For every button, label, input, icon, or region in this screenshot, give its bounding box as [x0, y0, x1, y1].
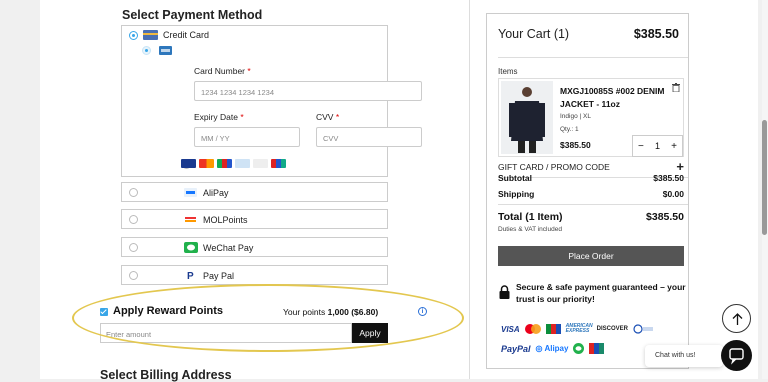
place-order-button[interactable]: Place Order: [498, 246, 684, 266]
subtotal-value: $385.50: [653, 173, 684, 183]
alipay-label: AliPay: [203, 188, 229, 198]
diners-logo: [633, 324, 654, 334]
amex-logo: AMERICAN EXPRESS: [565, 323, 593, 334]
card-number-input[interactable]: 1234 1234 1234 1234: [194, 81, 422, 101]
payment-logos-row-2: PayPal ◎ Alipay: [501, 343, 605, 354]
alipay-option[interactable]: AliPay: [121, 182, 388, 202]
molpoints-radio[interactable]: [129, 215, 138, 224]
alipay-icon: [184, 188, 197, 197]
product-image[interactable]: [501, 81, 553, 154]
jcb-icon: [217, 159, 232, 168]
alipay-radio[interactable]: [129, 188, 138, 197]
wechat-option[interactable]: WeChat Pay: [121, 237, 388, 257]
cart-item: MXGJ10085S #002 DENIM JACKET - 11oz Indi…: [498, 78, 684, 157]
amex-small-icon: [159, 46, 172, 55]
shipping-value: $0.00: [662, 189, 684, 199]
wechat-logo: [573, 343, 585, 354]
total-row: Total (1 Item) $385.50: [498, 211, 684, 223]
quantity-stepper: − 1 +: [632, 135, 683, 157]
cart-total-top: $385.50: [633, 27, 679, 41]
cvv-label: CVV *: [316, 112, 340, 122]
credit-card-radio[interactable]: [129, 31, 138, 40]
info-icon[interactable]: i: [418, 307, 427, 316]
chat-button[interactable]: [721, 340, 752, 371]
diners-icon: [235, 159, 250, 168]
apply-button[interactable]: Apply: [352, 323, 388, 343]
paypal-logo: PayPal: [501, 343, 531, 354]
payment-section-title: Select Payment Method: [122, 8, 263, 22]
chat-prompt[interactable]: Chat with us!: [645, 345, 723, 367]
expiry-date-input[interactable]: MM / YY: [194, 127, 300, 147]
total-value: $385.50: [646, 211, 684, 223]
paypal-option[interactable]: P Pay Pal: [121, 265, 388, 285]
shipping-label: Shipping: [498, 189, 535, 199]
lock-icon: [499, 285, 510, 299]
paypal-icon: P: [187, 271, 194, 281]
item-price: $385.50: [560, 140, 591, 150]
divider: [498, 204, 688, 205]
gift-card-label: GIFT CARD / PROMO CODE: [498, 162, 610, 172]
molpoints-icon: [184, 215, 197, 224]
unionpay-icon: [271, 159, 286, 168]
discover-logo: DISCOVER: [596, 326, 629, 332]
chat-icon: [729, 348, 744, 365]
paypal-label: Pay Pal: [203, 271, 235, 281]
unionpay-logo: [589, 343, 605, 354]
card-number-label: Card Number *: [194, 66, 251, 76]
alipay-logo: ◎ Alipay: [535, 344, 569, 353]
card-brands: [181, 159, 286, 168]
payment-logos-row-1: VISA AMERICAN EXPRESS DISCOVER: [501, 323, 654, 334]
paypal-radio[interactable]: [129, 271, 138, 280]
item-name[interactable]: MXGJ10085S #002 DENIM JACKET - 11oz: [560, 85, 675, 111]
mastercard-icon: [199, 159, 214, 168]
subtotal-label: Subtotal: [498, 173, 532, 183]
cart-panel: Your Cart (1) $385.50 Items MXGJ10085S #…: [486, 13, 689, 369]
wechat-icon: [184, 242, 198, 253]
molpoints-label: MOLPoints: [203, 215, 248, 225]
gift-plus-icon[interactable]: +: [676, 159, 684, 174]
trash-icon[interactable]: [672, 83, 680, 92]
subtotal-row: Subtotal $385.50: [498, 173, 684, 183]
jcb-logo: [545, 324, 561, 334]
credit-card-option[interactable]: Credit Card Card Number * 1234 1234 1234…: [121, 25, 422, 177]
mastercard-logo: [524, 324, 541, 334]
qty-value[interactable]: 1: [655, 141, 660, 151]
reward-amount-input[interactable]: Enter amount: [100, 323, 352, 343]
visa-icon: [181, 159, 196, 168]
payment-column: Select Payment Method Credit Card Card N…: [40, 0, 470, 382]
credit-card-icon: [143, 30, 158, 40]
item-qty-text: Qty.: 1: [560, 126, 579, 133]
billing-section-title: Select Billing Address: [100, 368, 232, 382]
scrollbar-thumb[interactable]: [762, 120, 767, 235]
discover-icon: [253, 159, 268, 168]
checkout-page: Select Payment Method Credit Card Card N…: [40, 0, 758, 382]
scroll-to-top-button[interactable]: [722, 304, 751, 333]
total-label: Total (1 Item): [498, 211, 563, 223]
arrow-up-icon: [732, 313, 743, 325]
reward-checkbox[interactable]: [100, 308, 108, 316]
cart-title: Your Cart (1): [498, 27, 570, 41]
svg-text:P: P: [187, 271, 194, 281]
jacket-image: [501, 81, 553, 154]
cvv-input[interactable]: CVV: [316, 127, 422, 147]
gift-card-row[interactable]: GIFT CARD / PROMO CODE +: [498, 159, 684, 174]
duties-note: Duties & VAT included: [498, 226, 562, 233]
saved-card-radio[interactable]: [142, 46, 151, 55]
item-variant: Indigo | XL: [560, 113, 591, 120]
reward-points-balance: Your points 1,000 ($6.80): [283, 307, 379, 317]
qty-plus-button[interactable]: +: [671, 141, 677, 152]
credit-card-label: Credit Card: [163, 30, 210, 40]
items-label: Items: [498, 67, 518, 76]
shipping-row: Shipping $0.00: [498, 189, 684, 199]
secure-payment-text: Secure & safe payment guaranteed – your …: [516, 282, 686, 304]
molpoints-option[interactable]: MOLPoints: [121, 209, 388, 229]
expiry-date-label: Expiry Date *: [194, 112, 244, 122]
qty-minus-button[interactable]: −: [638, 141, 644, 152]
visa-logo: VISA: [501, 324, 520, 334]
divider: [498, 57, 688, 58]
wechat-radio[interactable]: [129, 243, 138, 252]
reward-title: Apply Reward Points: [113, 305, 224, 317]
wechat-label: WeChat Pay: [203, 243, 254, 253]
